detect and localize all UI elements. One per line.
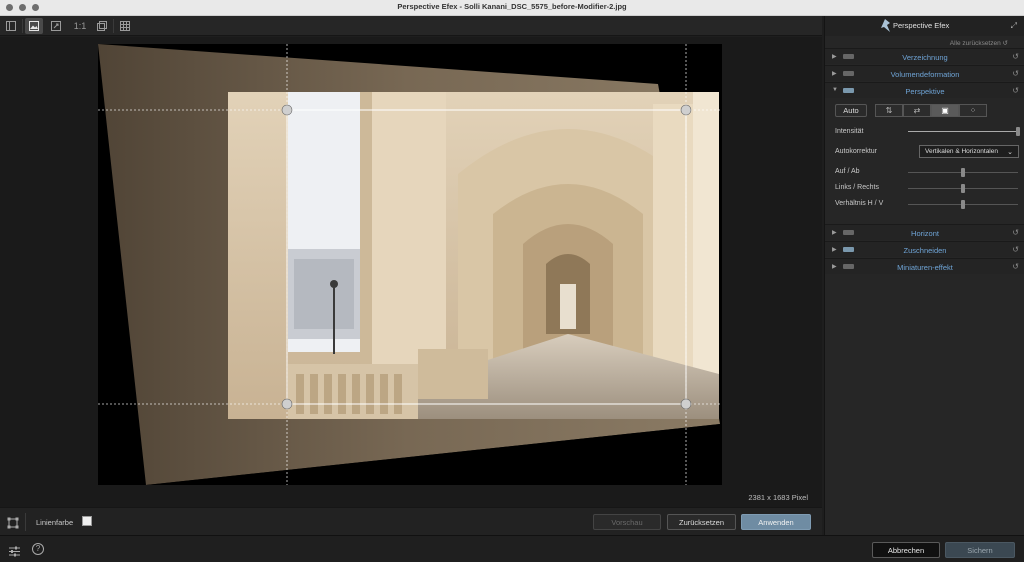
slider-knob[interactable] <box>961 168 965 177</box>
fit-screen-icon[interactable] <box>47 18 65 34</box>
slider-knob[interactable] <box>961 184 965 193</box>
section-label: Miniaturen-effekt <box>897 263 953 272</box>
slider-knob[interactable] <box>961 200 965 209</box>
undo-icon[interactable]: ↺ <box>1012 86 1019 95</box>
ratio-label: Verhältnis H / V <box>835 200 884 207</box>
section-horizon[interactable]: ▶ Horizont ↺ <box>825 224 1024 240</box>
help-icon[interactable]: ? <box>32 543 44 555</box>
horizontal-mode-icon[interactable]: ⇄ <box>903 104 931 117</box>
efex-logo-icon <box>881 19 890 37</box>
free-mode-icon[interactable]: ⁘ <box>959 104 987 117</box>
section-label: Horizont <box>911 229 939 238</box>
grid-icon[interactable] <box>116 18 134 34</box>
section-label: Perspektive <box>905 87 945 96</box>
intensity-slider[interactable] <box>908 127 1020 136</box>
cancel-button[interactable]: Abbrechen <box>872 542 940 558</box>
vertical-mode-icon[interactable]: ⇅ <box>875 104 903 117</box>
chevron-down-icon: ⌄ <box>1007 149 1013 156</box>
zoom-100-button[interactable]: 1:1 <box>69 18 91 34</box>
line-color-swatch[interactable] <box>82 516 92 526</box>
ratio-slider[interactable] <box>908 200 1018 209</box>
rectangle-mode-icon[interactable]: ▣ <box>931 104 959 117</box>
undo-icon[interactable]: ↺ <box>1012 245 1019 254</box>
architecture-photo <box>98 44 722 485</box>
undo-icon[interactable]: ↺ <box>1012 52 1019 61</box>
section-label: Zuschneiden <box>903 246 947 255</box>
compare-icon[interactable] <box>93 18 111 34</box>
section-crop[interactable]: ▶ Zuschneiden ↺ <box>825 241 1024 257</box>
autocorrect-value: Vertikalen & Horizontalen <box>925 148 998 155</box>
updown-label: Auf / Ab <box>835 168 860 175</box>
auto-button[interactable]: Auto <box>835 104 867 117</box>
section-perspective[interactable]: ▼ Perspektive ↺ <box>825 82 1024 98</box>
slider-knob[interactable] <box>1016 127 1020 136</box>
canvas-bottom-bar: Linienfarbe Vorschau Zurücksetzen Anwend… <box>0 507 822 535</box>
view-toolbar: 1:1 <box>0 16 822 36</box>
panel-app-name: Perspective Efex <box>893 21 950 30</box>
save-button[interactable]: Sichern <box>945 542 1015 558</box>
section-distortion[interactable]: ▶ Verzeichnung ↺ <box>825 48 1024 64</box>
fullscreen-icon[interactable]: ⤢ <box>1011 21 1017 31</box>
status-bar: ? Abbrechen Sichern <box>0 535 1024 562</box>
image-canvas[interactable]: 2381 x 1683 Pixel <box>0 37 822 507</box>
adjustments-panel: Perspective Efex ⤢ Alle zurücksetzen ↺ ▶… <box>824 16 1024 535</box>
leftright-slider[interactable] <box>908 184 1018 193</box>
single-view-icon[interactable] <box>25 18 43 34</box>
undo-icon[interactable]: ↺ <box>1012 228 1019 237</box>
autocorrect-select[interactable]: Vertikalen & Horizontalen ⌄ <box>919 145 1019 158</box>
undo-icon[interactable]: ↺ <box>1012 69 1019 78</box>
reset-button[interactable]: Zurücksetzen <box>667 514 736 530</box>
intensity-label: Intensität <box>835 128 864 135</box>
undo-icon[interactable]: ↺ <box>1012 262 1019 271</box>
section-miniature[interactable]: ▶ Miniaturen-effekt ↺ <box>825 258 1024 274</box>
perspective-tool-icon[interactable] <box>7 516 19 534</box>
line-color-label: Linienfarbe <box>36 518 74 527</box>
sidebar-toggle-icon[interactable] <box>2 18 20 34</box>
image-dimensions: 2381 x 1683 Pixel <box>748 493 808 502</box>
autocorrect-label: Autokorrektur <box>835 148 878 155</box>
window-title: Perspective Efex - Solli Kanani_DSC_5575… <box>397 2 627 11</box>
updown-slider[interactable] <box>908 168 1018 177</box>
preview-button[interactable]: Vorschau <box>593 514 661 530</box>
section-volume[interactable]: ▶ Volumendeformation ↺ <box>825 65 1024 81</box>
panel-header: Perspective Efex ⤢ <box>825 16 1024 36</box>
section-label: Verzeichnung <box>902 53 948 62</box>
window-titlebar: Perspective Efex - Solli Kanani_DSC_5575… <box>0 0 1024 16</box>
section-label: Volumendeformation <box>890 70 960 79</box>
settings-sliders-icon[interactable] <box>9 544 20 562</box>
reset-all-link[interactable]: Alle zurücksetzen ↺ <box>950 39 1008 47</box>
photo-preview[interactable] <box>98 44 722 485</box>
leftright-label: Links / Rechts <box>835 184 879 191</box>
apply-button[interactable]: Anwenden <box>741 514 811 530</box>
